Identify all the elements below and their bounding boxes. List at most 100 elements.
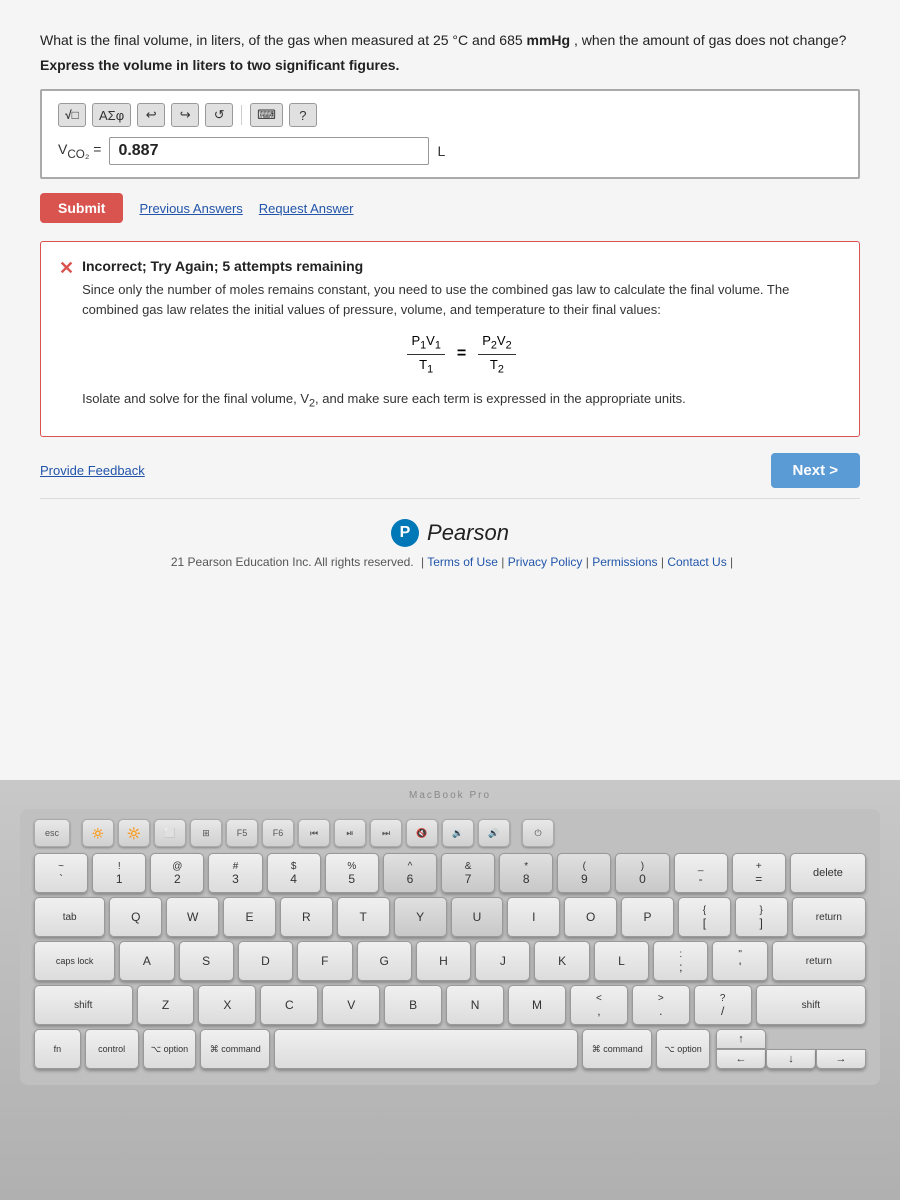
k-key[interactable]: K bbox=[534, 941, 589, 981]
i-key[interactable]: I bbox=[507, 897, 560, 937]
y-key[interactable]: Y bbox=[394, 897, 447, 937]
help-button[interactable]: ? bbox=[289, 103, 317, 127]
f10-key[interactable]: 🔇 bbox=[406, 819, 438, 847]
b-key[interactable]: B bbox=[384, 985, 442, 1025]
a-key[interactable]: A bbox=[119, 941, 174, 981]
right-opt-key[interactable]: ⌥ option bbox=[656, 1029, 710, 1069]
f9-key[interactable]: ⏭ bbox=[370, 819, 402, 847]
caps-lock-key[interactable]: caps lock bbox=[34, 941, 115, 981]
3-key[interactable]: #3 bbox=[208, 853, 262, 893]
t-key[interactable]: T bbox=[337, 897, 390, 937]
plus-key[interactable]: += bbox=[732, 853, 786, 893]
slash-key[interactable]: ?/ bbox=[694, 985, 752, 1025]
unit-label: L bbox=[437, 143, 445, 159]
right-arrow-key[interactable]: → bbox=[816, 1049, 866, 1069]
sigma-button[interactable]: AΣφ bbox=[92, 103, 131, 127]
privacy-link[interactable]: Privacy Policy bbox=[508, 555, 583, 569]
c-key[interactable]: C bbox=[260, 985, 318, 1025]
refresh-button[interactable]: ↺ bbox=[205, 103, 233, 127]
power-key[interactable]: ⏻ bbox=[522, 819, 554, 847]
u-key[interactable]: U bbox=[451, 897, 504, 937]
fn-key-row: esc 🔅 🔆 ⬜ ⊞ F5 F6 ⏮ ⏯ ⏭ 🔇 🔉 🔊 ⏻ bbox=[34, 819, 866, 847]
delete-key[interactable]: delete bbox=[790, 853, 866, 893]
submit-button[interactable]: Submit bbox=[40, 193, 123, 223]
keyboard-button[interactable]: ⌨ bbox=[250, 103, 283, 127]
quote-key[interactable]: "' bbox=[712, 941, 767, 981]
2-key[interactable]: @2 bbox=[150, 853, 204, 893]
ctrl-key[interactable]: control bbox=[85, 1029, 139, 1069]
return-key[interactable]: return bbox=[792, 897, 866, 937]
z-key[interactable]: Z bbox=[137, 985, 195, 1025]
bracket-open-key[interactable]: {[ bbox=[678, 897, 731, 937]
request-answer-button[interactable]: Request Answer bbox=[259, 201, 354, 216]
previous-answers-button[interactable]: Previous Answers bbox=[139, 201, 242, 216]
answer-input[interactable] bbox=[109, 137, 429, 165]
f-key[interactable]: F bbox=[297, 941, 352, 981]
escape-key[interactable]: esc bbox=[34, 819, 70, 847]
g-key[interactable]: G bbox=[357, 941, 412, 981]
h-key[interactable]: H bbox=[416, 941, 471, 981]
undo-button[interactable]: ↩ bbox=[137, 103, 165, 127]
s-key[interactable]: S bbox=[179, 941, 234, 981]
w-key[interactable]: W bbox=[166, 897, 219, 937]
4-key[interactable]: $4 bbox=[267, 853, 321, 893]
redo-button[interactable]: ↪ bbox=[171, 103, 199, 127]
left-opt-key[interactable]: ⌥ option bbox=[143, 1029, 197, 1069]
sqrt-button[interactable]: √□ bbox=[58, 103, 86, 127]
j-key[interactable]: J bbox=[475, 941, 530, 981]
comma-key[interactable]: <, bbox=[570, 985, 628, 1025]
l-key[interactable]: L bbox=[594, 941, 649, 981]
o-key[interactable]: O bbox=[564, 897, 617, 937]
minus-key[interactable]: _- bbox=[674, 853, 728, 893]
period-key[interactable]: >. bbox=[632, 985, 690, 1025]
f3-key[interactable]: ⬜ bbox=[154, 819, 186, 847]
f4-key[interactable]: ⊞ bbox=[190, 819, 222, 847]
x-key[interactable]: X bbox=[198, 985, 256, 1025]
backtick-key[interactable]: ~` bbox=[34, 853, 88, 893]
9-key[interactable]: (9 bbox=[557, 853, 611, 893]
right-cmd-key[interactable]: ⌘ command bbox=[582, 1029, 652, 1069]
f8-key[interactable]: ⏯ bbox=[334, 819, 366, 847]
bracket-close-key[interactable]: }] bbox=[735, 897, 788, 937]
permissions-link[interactable]: Permissions bbox=[592, 555, 657, 569]
tab-key[interactable]: tab bbox=[34, 897, 105, 937]
1-key[interactable]: !1 bbox=[92, 853, 146, 893]
r-key[interactable]: R bbox=[280, 897, 333, 937]
contact-link[interactable]: Contact Us bbox=[667, 555, 726, 569]
f1-key[interactable]: 🔅 bbox=[82, 819, 114, 847]
n-key[interactable]: N bbox=[446, 985, 504, 1025]
f5-key[interactable]: F5 bbox=[226, 819, 258, 847]
provide-feedback-button[interactable]: Provide Feedback bbox=[40, 463, 145, 478]
f2-key[interactable]: 🔆 bbox=[118, 819, 150, 847]
f7-key[interactable]: ⏮ bbox=[298, 819, 330, 847]
feedback-content: Incorrect; Try Again; 5 attempts remaini… bbox=[82, 258, 841, 412]
f12-key[interactable]: 🔊 bbox=[478, 819, 510, 847]
terms-link[interactable]: Terms of Use bbox=[427, 555, 498, 569]
f6-key[interactable]: F6 bbox=[262, 819, 294, 847]
7-key[interactable]: &7 bbox=[441, 853, 495, 893]
p-key[interactable]: P bbox=[621, 897, 674, 937]
right-shift-key[interactable]: shift bbox=[756, 985, 866, 1025]
m-key[interactable]: M bbox=[508, 985, 566, 1025]
e-key[interactable]: E bbox=[223, 897, 276, 937]
5-key[interactable]: %5 bbox=[325, 853, 379, 893]
left-arrow-key[interactable]: ← bbox=[716, 1049, 766, 1069]
return-key-2[interactable]: return bbox=[772, 941, 866, 981]
q-key[interactable]: Q bbox=[109, 897, 162, 937]
semicolon-key[interactable]: :; bbox=[653, 941, 708, 981]
fn-key[interactable]: fn bbox=[34, 1029, 81, 1069]
footer-links: 21 Pearson Education Inc. All rights res… bbox=[40, 555, 860, 569]
down-arrow-key[interactable]: ↓ bbox=[766, 1049, 816, 1069]
0-key[interactable]: )0 bbox=[615, 853, 669, 893]
8-key[interactable]: *8 bbox=[499, 853, 553, 893]
up-arrow-key[interactable]: ↑ bbox=[716, 1029, 766, 1049]
next-button[interactable]: Next > bbox=[771, 453, 860, 488]
d-key[interactable]: D bbox=[238, 941, 293, 981]
left-shift-key[interactable]: shift bbox=[34, 985, 133, 1025]
v-key[interactable]: V bbox=[322, 985, 380, 1025]
f11-key[interactable]: 🔉 bbox=[442, 819, 474, 847]
x-icon: ✕ bbox=[59, 258, 74, 280]
space-key[interactable] bbox=[274, 1029, 578, 1069]
6-key[interactable]: ^6 bbox=[383, 853, 437, 893]
left-cmd-key[interactable]: ⌘ command bbox=[200, 1029, 270, 1069]
